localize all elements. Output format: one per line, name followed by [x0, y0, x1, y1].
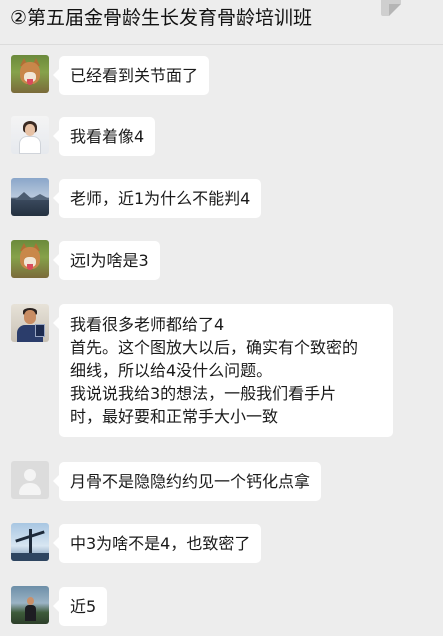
- message-text: 我看很多老师都给了4: [70, 315, 225, 334]
- message-bubble[interactable]: 近5: [52, 587, 108, 626]
- message-bubble[interactable]: 远l为啥是3: [53, 241, 160, 280]
- message-text: 近5: [70, 597, 97, 616]
- woman-avatar[interactable]: [11, 116, 49, 154]
- chat-title: ②第五届金骨龄生长发育骨龄培训班: [10, 7, 313, 29]
- message-bubble[interactable]: 老师，近1为什么不能判4: [52, 179, 262, 218]
- message-bubble[interactable]: 月骨不是隐隐约约见一个钙化点拿: [52, 462, 322, 501]
- message-bubble[interactable]: 已经看到关节面了: [52, 56, 210, 95]
- message-text: 细线，所以给4没什么问题。: [70, 361, 273, 380]
- message-text: 时，最好要和正常手大小一致: [70, 407, 279, 426]
- message-text: 远l为啥是3: [70, 251, 149, 270]
- dog-avatar[interactable]: [11, 240, 49, 278]
- message-bubble[interactable]: 中3为啥不是4，也致密了: [52, 524, 262, 563]
- message-text: 我说说我给3的想法，一般我们看手片: [70, 384, 337, 403]
- header-divider: [0, 44, 443, 45]
- message-text: 月骨不是隐隐约约见一个钙化点拿: [70, 472, 311, 491]
- message-bubble[interactable]: 我看很多老师都给了4 首先。这个图放大以后，确实有个致密的 细线，所以给4没什么…: [53, 304, 393, 437]
- message-text: 老师，近1为什么不能判4: [70, 189, 251, 208]
- dog-avatar[interactable]: [11, 55, 49, 93]
- bridge-avatar[interactable]: [11, 523, 49, 561]
- message-text: 首先。这个图放大以后，确实有个致密的: [70, 338, 359, 357]
- message-text: 我看着像4: [70, 127, 145, 146]
- man-avatar[interactable]: [11, 304, 49, 342]
- message-text: 中3为啥不是4，也致密了: [70, 534, 251, 553]
- person-avatar[interactable]: [11, 586, 49, 624]
- message-text: 已经看到关节面了: [70, 66, 199, 85]
- landscape-avatar[interactable]: [11, 178, 49, 216]
- default-avatar[interactable]: [11, 461, 49, 499]
- message-bubble[interactable]: 我看着像4: [52, 117, 156, 156]
- document-icon[interactable]: [381, 0, 401, 16]
- chat-header: ②第五届金骨龄生长发育骨龄培训班: [0, 0, 443, 40]
